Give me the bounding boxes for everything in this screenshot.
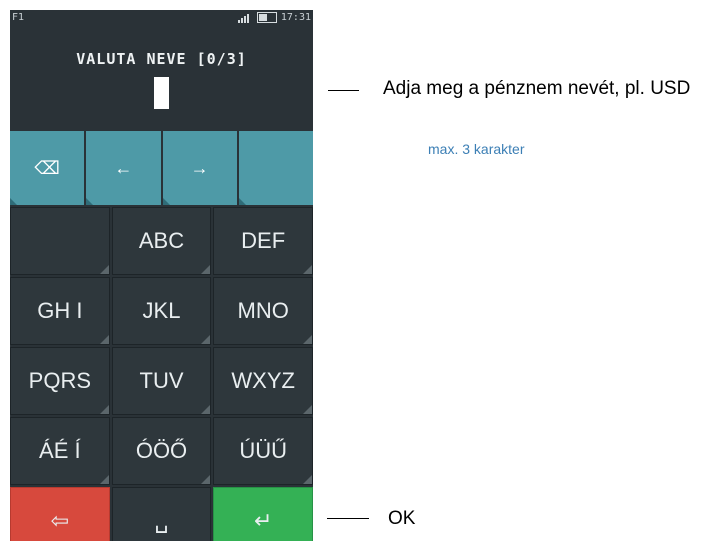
enter-icon: ↵ <box>253 508 273 533</box>
back-arrow-icon: ⇦ <box>50 508 70 533</box>
key-accent-o[interactable]: ÓÖŐ <box>111 417 212 485</box>
key-wxyz[interactable]: WXYZ <box>213 347 313 415</box>
input-annotation-text: Adja meg a pénznem nevét, pl. USD <box>383 78 691 99</box>
backspace-key[interactable]: ⌫ <box>10 131 85 205</box>
arrow-left-icon: ← <box>114 157 133 178</box>
arrow-right-icon: → <box>190 157 209 178</box>
key-accent-aei[interactable]: ÁÉ Í <box>10 417 110 485</box>
back-button[interactable]: ⇦ <box>10 487 110 541</box>
input-annotation-line <box>328 90 359 91</box>
cursor-left-key[interactable]: ← <box>86 131 161 205</box>
battery-icon <box>256 12 277 23</box>
key-tuv[interactable]: TUV <box>111 347 212 415</box>
status-time: 17:31 <box>280 12 311 23</box>
key-pqrs[interactable]: PQRS <box>10 347 110 415</box>
key-abc[interactable]: ABC <box>111 207 212 275</box>
empty-teal-key[interactable] <box>238 131 313 205</box>
currency-name-title: VALUTA NEVE [0/3] <box>76 50 247 68</box>
status-left-label: F1 <box>12 12 25 23</box>
edit-keys-row: ⌫ ← → <box>10 131 313 205</box>
key-blank[interactable] <box>10 207 110 275</box>
ok-annotation-line <box>327 518 369 519</box>
key-jkl[interactable]: JKL <box>111 277 212 345</box>
text-cursor[interactable] <box>154 77 169 109</box>
keypad: ABC DEF GH I JKL MNO PQRS TUV WXYZ ÁÉ Í … <box>10 207 313 541</box>
device-screen: F1 17:31 VALUTA NEVE [0/3] ⌫ ← → ABC DEF… <box>10 10 313 541</box>
space-key[interactable]: ␣ <box>111 487 212 541</box>
ok-annotation-text: OK <box>388 508 416 529</box>
space-icon: ␣ <box>154 508 169 533</box>
key-ghi[interactable]: GH I <box>10 277 110 345</box>
status-bar: F1 17:31 <box>10 10 313 28</box>
input-annotation-note: max. 3 karakter <box>428 141 525 157</box>
backspace-icon: ⌫ <box>34 157 60 178</box>
key-def[interactable]: DEF <box>213 207 313 275</box>
ok-button[interactable]: ↵ <box>213 487 313 541</box>
signal-icon <box>237 13 253 23</box>
cursor-right-key[interactable]: → <box>162 131 237 205</box>
key-mno[interactable]: MNO <box>213 277 313 345</box>
key-accent-u[interactable]: ÚÜŰ <box>213 417 313 485</box>
